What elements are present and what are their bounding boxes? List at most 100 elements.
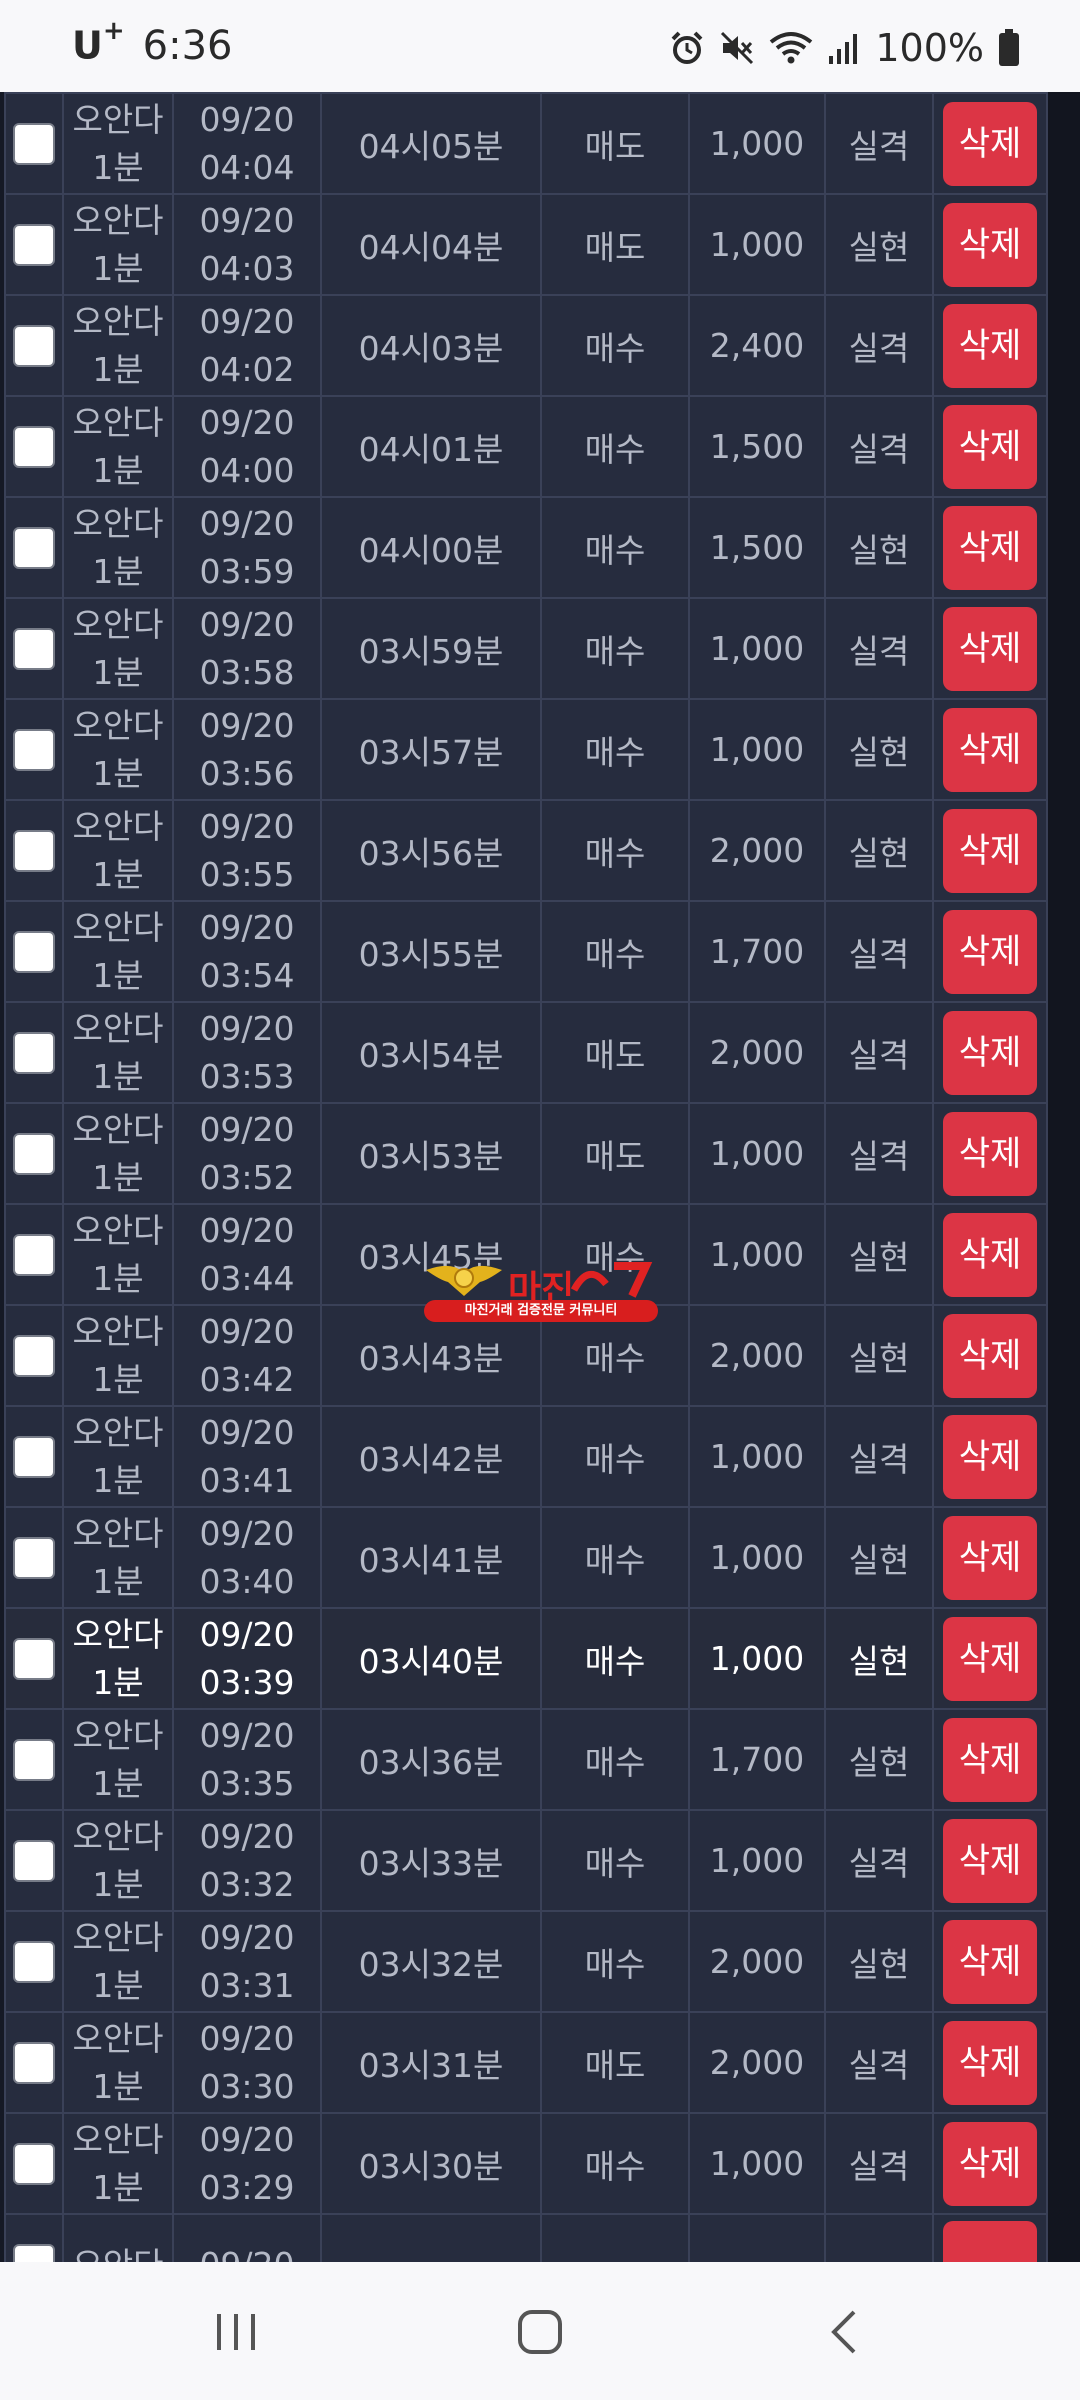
- trade-time: 03:53: [199, 1056, 295, 1096]
- recents-button[interactable]: [176, 2292, 296, 2372]
- result-cell: 실현: [824, 698, 934, 801]
- delete-button[interactable]: 삭제: [943, 1313, 1037, 1398]
- home-button[interactable]: [480, 2292, 600, 2372]
- delete-button[interactable]: 삭제: [943, 1010, 1037, 1095]
- game-interval: 1분: [92, 1460, 144, 1500]
- amount-cell: 1,700: [688, 1708, 826, 1811]
- row-checkbox[interactable]: [13, 425, 55, 468]
- amount-cell: 2,000: [688, 2011, 826, 2114]
- trade-date: 09/20: [199, 907, 295, 947]
- round-cell: 04시03분: [320, 294, 542, 397]
- amount-cell: 1,000: [688, 1607, 826, 1710]
- game-interval: 1분: [92, 1864, 144, 1904]
- row-checkbox[interactable]: [13, 324, 55, 367]
- game-cell: 오안다 1분: [62, 193, 174, 296]
- delete-button[interactable]: 삭제: [943, 606, 1037, 691]
- row-checkbox[interactable]: [13, 2041, 55, 2084]
- delete-button[interactable]: 삭제: [943, 1111, 1037, 1196]
- row-select-cell: [4, 1102, 64, 1205]
- delete-button[interactable]: 삭제: [943, 2121, 1037, 2206]
- game-cell: 오안다 1분: [62, 1910, 174, 2013]
- row-checkbox[interactable]: [13, 1233, 55, 1276]
- delete-button[interactable]: 삭제: [943, 1414, 1037, 1499]
- result-cell: 실현: [824, 496, 934, 599]
- delete-button[interactable]: 삭제: [943, 1919, 1037, 2004]
- delete-button[interactable]: 삭제: [943, 1212, 1037, 1297]
- back-button[interactable]: [784, 2292, 904, 2372]
- trade-date: 09/20: [174, 2241, 320, 2263]
- side-cell: 매수: [540, 900, 690, 1003]
- round-cell: 04시05분: [320, 92, 542, 195]
- amount-cell: 2,000: [688, 799, 826, 902]
- row-select-cell: [4, 900, 64, 1003]
- result-cell: 실현: [824, 1506, 934, 1609]
- trade-time: 03:32: [199, 1864, 295, 1904]
- row-checkbox[interactable]: [13, 1536, 55, 1579]
- game-interval: 1분: [92, 349, 144, 389]
- delete-button[interactable]: 삭제: [943, 707, 1037, 792]
- home-icon: [518, 2310, 562, 2354]
- battery-icon: [998, 29, 1020, 67]
- row-checkbox[interactable]: [13, 1738, 55, 1781]
- delete-button[interactable]: [943, 2220, 1037, 2262]
- game-cell: 오안다 1분: [62, 900, 174, 1003]
- row-checkbox[interactable]: [13, 526, 55, 569]
- delete-button[interactable]: 삭제: [943, 909, 1037, 994]
- battery-percent: 100%: [875, 26, 984, 70]
- delete-button[interactable]: 삭제: [943, 404, 1037, 489]
- game-name: 오안다: [72, 1412, 164, 1452]
- delete-button[interactable]: 삭제: [943, 1515, 1037, 1600]
- delete-button[interactable]: 삭제: [943, 1818, 1037, 1903]
- row-checkbox[interactable]: [13, 1031, 55, 1074]
- row-checkbox[interactable]: [13, 2243, 55, 2262]
- row-select-cell: [4, 1809, 64, 1912]
- datetime-cell: 09/20 03:35: [172, 1708, 322, 1811]
- delete-button[interactable]: 삭제: [943, 202, 1037, 287]
- round-cell: 03시57분: [320, 698, 542, 801]
- row-checkbox[interactable]: [13, 627, 55, 670]
- action-cell: 삭제: [932, 1910, 1048, 2013]
- game-name: 오안다: [72, 1614, 164, 1654]
- amount-cell: [688, 2213, 826, 2262]
- game-cell: 오안다 1분: [62, 2011, 174, 2114]
- row-checkbox[interactable]: [13, 1435, 55, 1478]
- delete-button[interactable]: 삭제: [943, 505, 1037, 590]
- amount-cell: 1,000: [688, 1506, 826, 1609]
- table-row: 오안다 1분 09/20 03:54 03시55분 매수 1,700 실격 삭제: [4, 900, 1048, 1003]
- row-checkbox[interactable]: [13, 728, 55, 771]
- row-checkbox[interactable]: [13, 1334, 55, 1377]
- signal-icon: [827, 30, 861, 66]
- result-cell: 실격: [824, 2112, 934, 2215]
- datetime-cell: 09/20 03:55: [172, 799, 322, 902]
- game-cell: 오안다 1분: [62, 1506, 174, 1609]
- delete-button[interactable]: 삭제: [943, 2020, 1037, 2105]
- result-cell: 실격: [824, 1809, 934, 1912]
- scrollbar-track[interactable]: [1044, 92, 1080, 2262]
- datetime-cell: 09/20 03:59: [172, 496, 322, 599]
- row-checkbox[interactable]: [13, 1940, 55, 1983]
- game-interval: 1분: [92, 1056, 144, 1096]
- datetime-cell: 09/20: [172, 2213, 322, 2263]
- delete-button[interactable]: 삭제: [943, 101, 1037, 186]
- delete-button[interactable]: 삭제: [943, 1616, 1037, 1701]
- row-checkbox[interactable]: [13, 223, 55, 266]
- delete-button[interactable]: 삭제: [943, 1717, 1037, 1802]
- row-select-cell: [4, 2112, 64, 2215]
- row-select-cell: [4, 395, 64, 498]
- table-row: 오안다09/20: [4, 2213, 1048, 2263]
- row-checkbox[interactable]: [13, 1637, 55, 1680]
- row-checkbox[interactable]: [13, 2142, 55, 2185]
- trade-date: 09/20: [199, 402, 295, 442]
- row-checkbox[interactable]: [13, 122, 55, 165]
- side-cell: 매수: [540, 1607, 690, 1710]
- row-checkbox[interactable]: [13, 829, 55, 872]
- row-checkbox[interactable]: [13, 930, 55, 973]
- side-cell: 매수: [540, 395, 690, 498]
- delete-button[interactable]: 삭제: [943, 808, 1037, 893]
- trade-time: 03:55: [199, 854, 295, 894]
- row-checkbox[interactable]: [13, 1839, 55, 1882]
- round-cell: 03시32분: [320, 1910, 542, 2013]
- row-checkbox[interactable]: [13, 1132, 55, 1175]
- delete-button[interactable]: 삭제: [943, 303, 1037, 388]
- trade-history-panel[interactable]: 오안다 1분 09/20 04:04 04시05분 매도 1,000 실격 삭제 오안다 1분 09/…: [0, 92, 1080, 2262]
